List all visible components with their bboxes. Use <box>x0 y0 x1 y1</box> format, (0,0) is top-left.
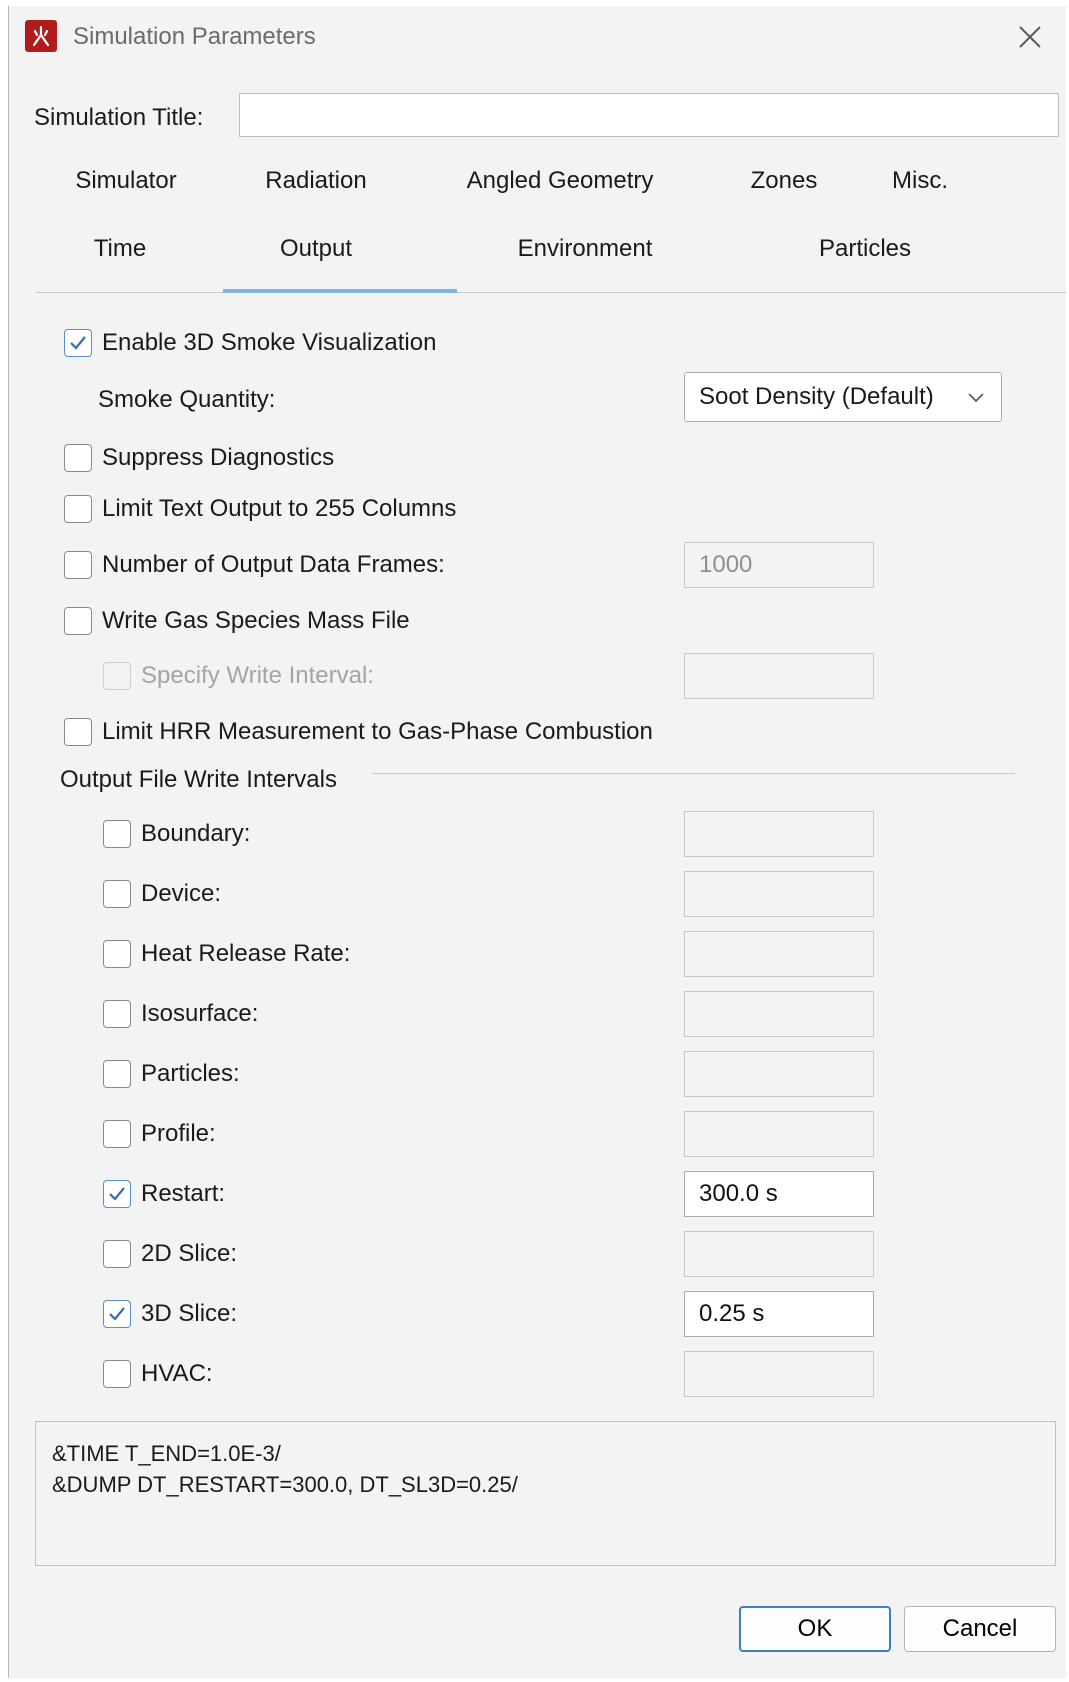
write-gas-species-label: Write Gas Species Mass File <box>102 607 410 634</box>
interval-hvac-checkbox[interactable] <box>103 1360 131 1388</box>
interval-hrr-row[interactable]: Heat Release Rate: <box>103 937 350 971</box>
active-tab-indicator <box>223 289 457 293</box>
specify-write-interval-label: Specify Write Interval: <box>141 662 374 689</box>
num-frames-label: Number of Output Data Frames: <box>102 551 445 578</box>
simulation-title-label: Simulation Title: <box>34 104 204 131</box>
interval-2d-slice-checkbox[interactable] <box>103 1240 131 1268</box>
interval-hvac-row[interactable]: HVAC: <box>103 1357 213 1391</box>
interval-hvac-input[interactable] <box>684 1351 874 1397</box>
interval-profile-label: Profile: <box>141 1120 216 1147</box>
write-gas-species-checkbox[interactable] <box>64 607 92 635</box>
num-frames-checkbox[interactable] <box>64 551 92 579</box>
interval-boundary-input[interactable] <box>684 811 874 857</box>
interval-boundary-label: Boundary: <box>141 820 251 847</box>
smoke-quantity-label: Smoke Quantity: <box>98 386 276 413</box>
interval-restart-input[interactable]: 300.0 s <box>684 1171 874 1217</box>
suppress-diagnostics-checkbox[interactable] <box>64 444 92 472</box>
tab-radiation[interactable]: Radiation <box>265 167 366 195</box>
interval-restart-checkbox[interactable] <box>103 1180 131 1208</box>
interval-3d-slice-checkbox[interactable] <box>103 1300 131 1328</box>
simulation-parameters-dialog: Simulation Parameters Simulation Title: … <box>8 6 1066 1678</box>
tab-time[interactable]: Time <box>94 235 146 263</box>
limit-text-checkbox[interactable] <box>64 495 92 523</box>
interval-hrr-label: Heat Release Rate: <box>141 940 351 967</box>
interval-3d-slice-input[interactable]: 0.25 s <box>684 1291 874 1337</box>
output-intervals-group-label: Output File Write Intervals <box>60 763 337 797</box>
cancel-button[interactable]: Cancel <box>904 1606 1056 1652</box>
specify-write-interval-row[interactable]: Specify Write Interval: <box>103 659 374 693</box>
interval-hrr-input[interactable] <box>684 931 874 977</box>
interval-profile-checkbox[interactable] <box>103 1120 131 1148</box>
tab-zones[interactable]: Zones <box>751 167 818 195</box>
interval-hrr-checkbox[interactable] <box>103 940 131 968</box>
output-intervals-group-title: Output File Write Intervals <box>60 766 337 793</box>
group-divider <box>371 773 1015 774</box>
tab-output[interactable]: Output <box>280 235 352 263</box>
tab-environment[interactable]: Environment <box>518 235 653 263</box>
check-icon <box>109 1307 125 1321</box>
specify-write-interval-input[interactable] <box>684 653 874 699</box>
interval-hvac-label: HVAC: <box>141 1360 213 1387</box>
preview-line: &TIME T_END=1.0E-3/ <box>52 1441 281 1466</box>
interval-2d-slice-row[interactable]: 2D Slice: <box>103 1237 237 1271</box>
interval-restart-row[interactable]: Restart: <box>103 1177 225 1211</box>
interval-isosurface-checkbox[interactable] <box>103 1000 131 1028</box>
title-bar: Simulation Parameters <box>9 6 1066 70</box>
check-icon <box>109 1187 125 1201</box>
chevron-down-icon <box>968 393 984 403</box>
interval-device-label: Device: <box>141 880 222 907</box>
interval-boundary-checkbox[interactable] <box>103 820 131 848</box>
enable-3d-smoke-label: Enable 3D Smoke Visualization <box>102 329 437 356</box>
tab-particles[interactable]: Particles <box>819 235 911 263</box>
num-frames-input[interactable]: 1000 <box>684 542 874 588</box>
write-gas-species-row[interactable]: Write Gas Species Mass File <box>64 604 410 638</box>
interval-particles-input[interactable] <box>684 1051 874 1097</box>
num-frames-row[interactable]: Number of Output Data Frames: <box>64 548 445 582</box>
interval-particles-row[interactable]: Particles: <box>103 1057 240 1091</box>
limit-text-row[interactable]: Limit Text Output to 255 Columns <box>64 492 456 526</box>
background-edge <box>0 0 8 1682</box>
limit-hrr-row[interactable]: Limit HRR Measurement to Gas-Phase Combu… <box>64 715 653 749</box>
interval-profile-row[interactable]: Profile: <box>103 1117 216 1151</box>
interval-isosurface-label: Isosurface: <box>141 1000 259 1027</box>
smoke-quantity-select[interactable]: Soot Density (Default) <box>684 372 1002 422</box>
interval-3d-slice-label: 3D Slice: <box>141 1300 238 1327</box>
enable-3d-smoke-checkbox[interactable] <box>64 329 92 357</box>
enable-3d-smoke-row[interactable]: Enable 3D Smoke Visualization <box>64 326 436 360</box>
interval-device-checkbox[interactable] <box>103 880 131 908</box>
close-icon <box>1019 26 1041 48</box>
interval-device-row[interactable]: Device: <box>103 877 221 911</box>
smoke-quantity-value: Soot Density (Default) <box>699 383 934 410</box>
interval-3d-slice-row[interactable]: 3D Slice: <box>103 1297 237 1331</box>
specify-write-interval-checkbox[interactable] <box>103 662 131 690</box>
fds-preview-box: &TIME T_END=1.0E-3/ &DUMP DT_RESTART=300… <box>35 1421 1056 1566</box>
limit-text-label: Limit Text Output to 255 Columns <box>102 495 457 522</box>
interval-2d-slice-label: 2D Slice: <box>141 1240 238 1267</box>
ok-button[interactable]: OK <box>739 1606 891 1652</box>
close-button[interactable] <box>1013 20 1047 54</box>
suppress-diagnostics-row[interactable]: Suppress Diagnostics <box>64 441 334 475</box>
interval-particles-label: Particles: <box>141 1060 240 1087</box>
smoke-quantity-row: Smoke Quantity: <box>98 383 275 417</box>
interval-device-input[interactable] <box>684 871 874 917</box>
tab-misc[interactable]: Misc. <box>892 167 948 195</box>
tab-simulator[interactable]: Simulator <box>75 167 176 195</box>
interval-isosurface-input[interactable] <box>684 991 874 1037</box>
check-icon <box>70 336 86 350</box>
window-title: Simulation Parameters <box>73 23 316 50</box>
simulation-title-input[interactable] <box>239 93 1059 137</box>
limit-hrr-checkbox[interactable] <box>64 718 92 746</box>
suppress-diagnostics-label: Suppress Diagnostics <box>102 444 335 471</box>
interval-restart-label: Restart: <box>141 1180 226 1207</box>
tabs-divider <box>35 292 1066 293</box>
interval-boundary-row[interactable]: Boundary: <box>103 817 250 851</box>
interval-isosurface-row[interactable]: Isosurface: <box>103 997 258 1031</box>
limit-hrr-label: Limit HRR Measurement to Gas-Phase Combu… <box>102 718 653 745</box>
preview-line: &DUMP DT_RESTART=300.0, DT_SL3D=0.25/ <box>52 1472 518 1497</box>
tab-angled-geometry[interactable]: Angled Geometry <box>467 167 654 195</box>
interval-profile-input[interactable] <box>684 1111 874 1157</box>
interval-2d-slice-input[interactable] <box>684 1231 874 1277</box>
fire-kanji-icon <box>25 20 57 52</box>
interval-particles-checkbox[interactable] <box>103 1060 131 1088</box>
